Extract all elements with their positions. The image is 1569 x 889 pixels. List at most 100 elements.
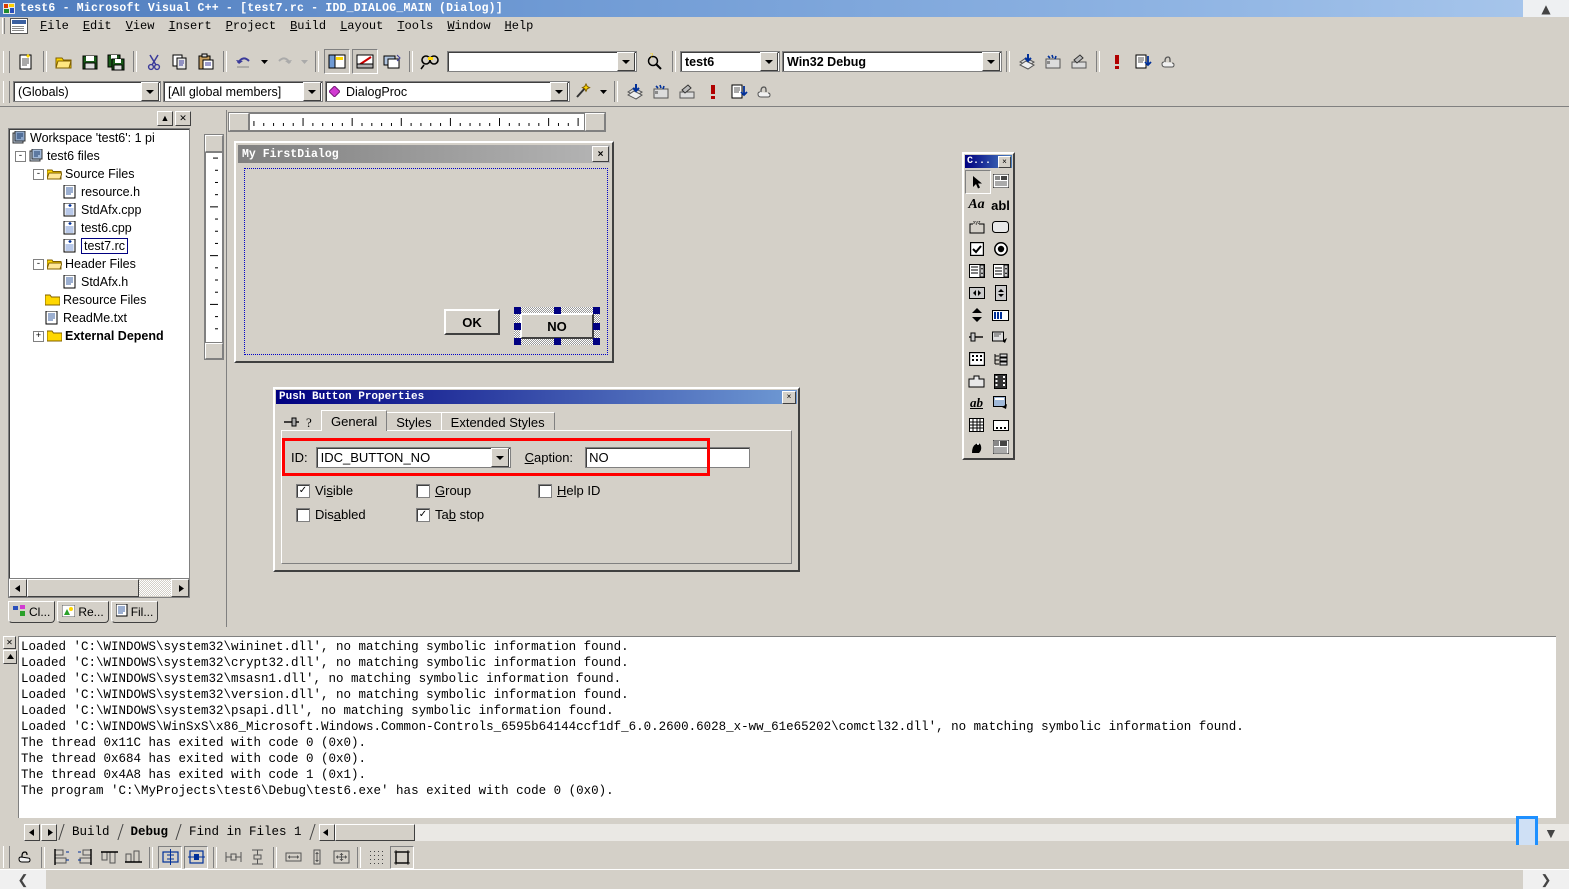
new-document-icon[interactable] — [14, 50, 38, 73]
tree-node-test7-rc[interactable]: test7.rc — [9, 237, 189, 255]
checkbox-visible[interactable]: ✓ Visible — [296, 483, 366, 498]
resize-handle-nw[interactable] — [514, 307, 521, 314]
open-folder-icon[interactable] — [52, 50, 76, 73]
tab-extended-styles[interactable]: Extended Styles — [440, 412, 555, 431]
checkbox-group-box[interactable] — [416, 483, 430, 498]
output-scroll-left-button[interactable] — [318, 823, 335, 841]
animate-control-icon[interactable] — [989, 370, 1013, 392]
dialog-preview[interactable]: My FirstDialog × OK NO — [234, 141, 614, 363]
workspace-tree[interactable]: Workspace 'test6': 1 pi - test6 files - … — [8, 128, 190, 580]
dialog-no-button[interactable]: NO — [520, 313, 594, 339]
menu-item-edit[interactable]: Edit — [76, 18, 119, 34]
compile-icon[interactable] — [623, 80, 647, 103]
chevron-left-icon[interactable]: ❮ — [0, 870, 46, 889]
document-system-icon[interactable] — [10, 18, 28, 34]
tab-debug[interactable]: Debug — [121, 825, 179, 839]
align-bottom-icon[interactable] — [122, 847, 144, 868]
align-right-icon[interactable] — [74, 847, 96, 868]
execute-program-icon[interactable] — [701, 80, 725, 103]
menu-item-build[interactable]: Build — [283, 18, 333, 34]
toolbar-grip[interactable] — [3, 846, 10, 868]
check-box-icon[interactable] — [965, 238, 989, 260]
stop-build-icon[interactable] — [675, 80, 699, 103]
tab-file-view[interactable]: Fil... — [110, 601, 159, 623]
radio-button-icon[interactable] — [989, 238, 1013, 260]
align-top-icon[interactable] — [98, 847, 120, 868]
edit-box-icon[interactable]: abl — [989, 194, 1013, 216]
workspace-horizontal-scrollbar[interactable] — [8, 578, 190, 598]
execute-program-icon[interactable] — [1105, 50, 1129, 73]
find-in-files-icon[interactable] — [418, 50, 442, 73]
controls-toolbox[interactable]: C... × Aa abl xyz ab — [962, 152, 1015, 460]
tree-node-resource-h[interactable]: resource.h — [9, 183, 189, 201]
tree-node-test6-cpp[interactable]: test6.cpp — [9, 219, 189, 237]
tree-expander-icon[interactable]: - — [33, 258, 44, 270]
tree-node-resource-files[interactable]: Resource Files — [9, 291, 189, 309]
insert-breakpoint-icon[interactable] — [753, 80, 777, 103]
month-calendar-icon[interactable] — [965, 414, 989, 436]
scroll-right-icon[interactable] — [171, 579, 189, 597]
tab-control-icon[interactable] — [965, 370, 989, 392]
redo-dropdown-icon[interactable] — [298, 50, 310, 73]
chevron-down-icon[interactable] — [597, 80, 609, 103]
stop-build-icon[interactable] — [1067, 50, 1091, 73]
static-text-icon[interactable]: Aa — [965, 194, 989, 216]
make-same-size-icon[interactable] — [330, 847, 352, 868]
scrollbar-track[interactable] — [139, 580, 171, 596]
checkbox-group[interactable]: Group — [416, 483, 484, 498]
help-question-icon[interactable]: ? — [301, 413, 321, 431]
undo-dropdown-icon[interactable] — [258, 50, 270, 73]
menu-item-help[interactable]: Help — [498, 18, 541, 34]
chevron-down-icon[interactable] — [760, 52, 778, 71]
close-icon[interactable]: × — [998, 155, 1011, 168]
resize-handle-se[interactable] — [593, 338, 600, 345]
picture-control-icon[interactable] — [989, 170, 1013, 192]
close-icon[interactable]: × — [592, 146, 609, 162]
output-toggle-icon[interactable] — [352, 49, 378, 74]
tree-node-readme-txt[interactable]: ReadMe.txt — [9, 309, 189, 327]
resize-handle-w[interactable] — [514, 323, 521, 330]
resize-handle-sw[interactable] — [514, 338, 521, 345]
checkbox-disabled[interactable]: Disabled — [296, 507, 366, 522]
compile-icon[interactable] — [1015, 50, 1039, 73]
ip-address-icon[interactable] — [989, 414, 1013, 436]
output-scrollbar-thumb[interactable] — [334, 823, 415, 841]
cut-icon[interactable] — [142, 50, 166, 73]
scope-combo[interactable]: (Globals) — [13, 81, 161, 102]
close-icon[interactable]: ✕ — [3, 636, 16, 649]
window-restore-chevron[interactable]: ▲ — [1523, 0, 1569, 17]
vertical-scroll-bar-icon[interactable] — [989, 282, 1013, 304]
progress-bar-icon[interactable] — [989, 304, 1013, 326]
workspace-toggle-icon[interactable] — [324, 49, 350, 74]
space-down-icon[interactable] — [246, 847, 268, 868]
configuration-combo[interactable]: Win32 Debug — [782, 51, 1002, 72]
output-scrollbar-track[interactable] — [414, 823, 1569, 841]
function-combo[interactable]: DialogProc — [325, 81, 570, 102]
tab-styles[interactable]: Styles — [386, 412, 442, 431]
dialog-ok-button[interactable]: OK — [444, 309, 500, 335]
checkbox-visible-box[interactable]: ✓ — [296, 483, 310, 498]
build-icon[interactable] — [1041, 50, 1065, 73]
tab-build[interactable]: Build — [62, 825, 120, 839]
resize-handle-s[interactable] — [554, 338, 561, 345]
list-box-icon[interactable] — [989, 260, 1013, 282]
space-across-icon[interactable] — [222, 847, 244, 868]
menu-item-insert[interactable]: Insert — [161, 18, 218, 34]
group-box-icon[interactable]: xyz — [965, 216, 989, 238]
menu-drag-grip[interactable] — [2, 18, 8, 34]
members-combo[interactable]: [All global members] — [163, 81, 323, 102]
tree-expander-icon[interactable]: + — [33, 330, 44, 342]
close-icon[interactable]: ✕ — [175, 110, 191, 126]
menu-item-file[interactable]: File — [33, 18, 76, 34]
toolbar-grip[interactable] — [3, 80, 10, 103]
chevron-down-icon[interactable] — [982, 52, 1000, 71]
paste-icon[interactable] — [194, 50, 218, 73]
slider-icon[interactable] — [965, 326, 989, 348]
scrollbar-thumb[interactable] — [27, 579, 139, 597]
tree-node-stdafx-h[interactable]: StdAfx.h — [9, 273, 189, 291]
spin-control-icon[interactable] — [965, 304, 989, 326]
close-icon[interactable]: × — [782, 390, 796, 404]
center-vertical-icon[interactable] — [158, 845, 182, 869]
chevron-down-icon[interactable] — [617, 52, 635, 71]
checkbox-help-id[interactable]: Help ID — [538, 483, 600, 498]
